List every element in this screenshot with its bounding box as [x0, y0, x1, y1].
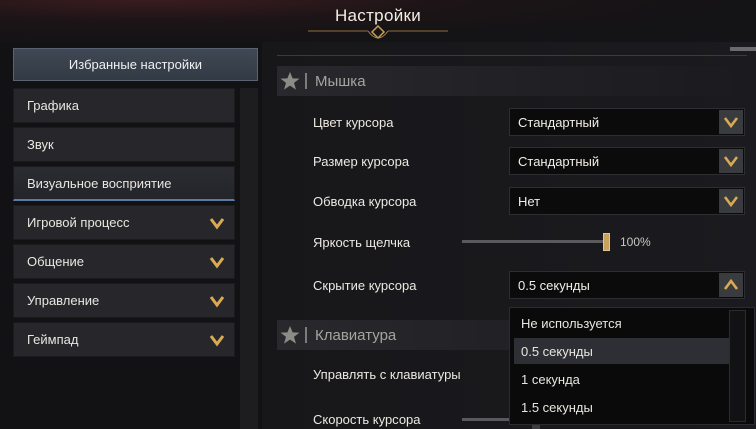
cursor-size-dropdown[interactable]: Стандартный — [509, 147, 745, 175]
page-title: Настройки — [334, 6, 422, 25]
favorites-button[interactable]: Избранные настройки — [13, 48, 258, 81]
section-title: Мышка — [315, 72, 366, 90]
cursor-outline-label: Обводка курсора — [313, 194, 417, 209]
slider-value: 100% — [620, 235, 651, 249]
chevron-down-icon — [209, 296, 225, 308]
sidebar-scrollbar[interactable] — [240, 88, 258, 429]
cursor-hide-label: Скрытие курсора — [313, 278, 417, 293]
cursor-color-dropdown[interactable]: Стандартный — [509, 108, 745, 136]
sidebar-item-label: Управление — [27, 293, 100, 308]
dropdown-value: Стандартный — [518, 153, 600, 169]
click-brightness-slider[interactable] — [462, 240, 610, 243]
sidebar-item-sound[interactable]: Звук — [13, 127, 235, 162]
cursor-hide-dropdown[interactable]: 0.5 секунды — [509, 271, 745, 299]
dropdown-toggle[interactable] — [719, 273, 743, 297]
cursor-speed-label: Скорость курсора — [313, 412, 421, 427]
sidebar-item-label: Игровой процесс — [27, 215, 130, 230]
ornament-icon — [308, 24, 448, 40]
chevron-down-icon — [723, 196, 739, 207]
dropdown-value: 0.5 секунды — [518, 277, 590, 293]
sidebar-item-gameplay[interactable]: Игровой процесс — [13, 205, 235, 240]
chevron-down-icon — [209, 257, 225, 269]
panel-scrollbar[interactable] — [730, 47, 756, 51]
chevron-down-icon — [723, 156, 739, 167]
dropdown-toggle[interactable] — [719, 189, 743, 213]
dropdown-value: Стандартный — [518, 114, 600, 130]
dropdown-toggle[interactable] — [719, 110, 743, 134]
cursor-outline-dropdown[interactable]: Нет — [509, 187, 745, 215]
section-title: Клавиатура — [315, 326, 397, 344]
cursor-size-label: Размер курсора — [313, 154, 410, 169]
chevron-down-icon — [209, 335, 225, 347]
cursor-color-label: Цвет курсора — [313, 115, 394, 130]
section-divider — [305, 73, 307, 89]
sidebar-item-label: Визуальное восприятие — [27, 175, 172, 191]
sidebar-item-gamepad[interactable]: Геймпад — [13, 322, 235, 357]
divider — [277, 55, 747, 56]
sidebar-item-label: Звук — [27, 137, 54, 152]
sidebar-item-controls[interactable]: Управление — [13, 283, 235, 318]
star-icon[interactable] — [279, 71, 301, 91]
window-header: Настройки — [0, 0, 756, 42]
sidebar-item-label: Общение — [27, 254, 85, 269]
sidebar-item-communication[interactable]: Общение — [13, 244, 235, 279]
chevron-down-icon — [209, 218, 225, 230]
dropdown-value: Нет — [518, 193, 541, 209]
star-icon[interactable] — [279, 325, 301, 345]
sidebar-item-label: Геймпад — [27, 332, 79, 347]
sidebar-item-label: Графика — [27, 98, 79, 113]
sidebar-item-graphics[interactable]: Графика — [13, 88, 235, 123]
section-header-mouse: Мышка — [277, 66, 747, 96]
dropdown-scrollbar[interactable] — [729, 310, 746, 422]
dropdown-option-selected[interactable]: 0.5 секунды — [514, 338, 734, 364]
keyboard-control-label: Управлять с клавиатуры — [313, 367, 461, 382]
slider-handle[interactable] — [603, 233, 610, 251]
sidebar-item-visual-perception[interactable]: Визуальное восприятие — [13, 166, 235, 201]
click-brightness-label: Яркость щелчка — [313, 235, 411, 250]
dropdown-option[interactable]: 1 секунда — [514, 366, 734, 392]
chevron-down-icon — [723, 117, 739, 128]
section-divider — [305, 327, 307, 343]
cursor-hide-options-list: Не используется 0.5 секунды 1 секунда 1.… — [509, 307, 755, 425]
dropdown-toggle[interactable] — [719, 149, 743, 173]
dropdown-option[interactable]: 1.5 секунды — [514, 394, 734, 420]
cursor-speed-slider[interactable] — [462, 418, 510, 421]
dropdown-option[interactable]: Не используется — [514, 310, 734, 336]
chevron-up-icon — [723, 279, 739, 290]
